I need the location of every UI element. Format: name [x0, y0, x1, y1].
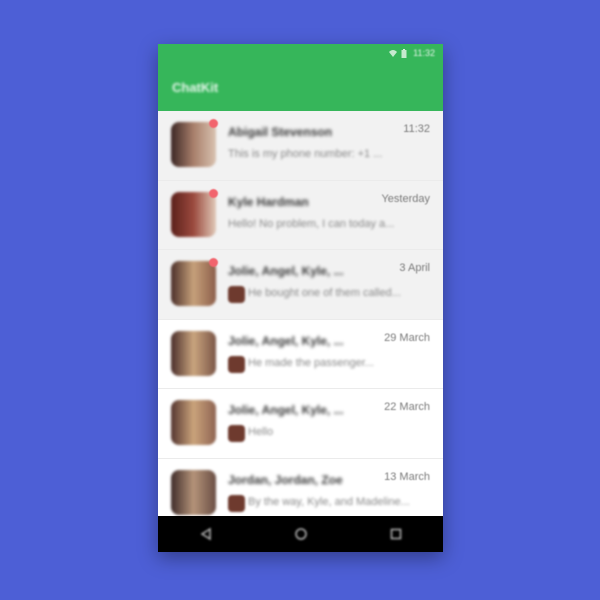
conversation-row[interactable]: Jolie, Angel, Kyle, ... 22 March Hello — [158, 389, 443, 459]
conversation-time: 11:32 — [403, 123, 430, 135]
message-snippet: He made the passenger... — [248, 356, 374, 369]
phone-screen: 11:32 ChatKit Abigail Stevenson 11:32 This… — [158, 44, 443, 552]
conversation-time: 13 March — [384, 470, 430, 483]
conversation-time: Yesterday — [381, 192, 430, 205]
status-time: 11:32 — [413, 48, 435, 58]
unread-badge — [209, 188, 218, 198]
avatar — [171, 400, 216, 445]
conversation-name: Kyle Hardman — [228, 194, 309, 209]
avatar — [171, 330, 216, 376]
back-triangle-icon[interactable] — [196, 524, 216, 544]
home-circle-icon[interactable] — [291, 524, 311, 544]
app-title: ChatKit — [172, 80, 219, 95]
conversation-list: Abigail Stevenson 11:32 This is my phone n… — [158, 111, 443, 516]
conversation-row[interactable]: Abigail Stevenson 11:32 This is my phone n… — [158, 111, 443, 181]
avatar — [171, 122, 216, 167]
conversation-name: Jolie, Angel, Kyle, ... — [228, 403, 344, 417]
unread-badge — [209, 119, 218, 128]
recents-square-icon[interactable] — [386, 524, 406, 544]
sender-avatar — [228, 425, 245, 442]
conversation-name: Abigail Stevenson — [228, 125, 333, 139]
app-bar: 11:32 ChatKit — [158, 44, 443, 111]
unread-badge — [209, 258, 218, 267]
sender-avatar — [228, 355, 245, 373]
conversation-name: Jolie, Angel, Kyle, ... — [228, 264, 344, 278]
message-snippet: By the way, Kyle, and Madeline... — [248, 495, 410, 508]
conversation-row[interactable]: Jordan, Jordan, Zoe 13 March By the way, K… — [158, 458, 443, 516]
sender-avatar — [228, 286, 245, 303]
message-snippet: Hello — [248, 426, 274, 438]
avatar — [171, 261, 216, 306]
conversation-row[interactable]: Jolie, Angel, Kyle, ... 3 April He bought … — [158, 250, 443, 320]
conversation-row[interactable]: Kyle Hardman Yesterday Hello! No problem, … — [158, 180, 443, 250]
conversation-name: Jordan, Jordan, Zoe — [228, 472, 343, 487]
avatar — [171, 469, 216, 515]
sender-avatar — [228, 494, 245, 512]
message-snippet: Hello! No problem, I can today a... — [228, 217, 395, 230]
conversation-time: 3 April — [399, 262, 430, 274]
message-snippet: He bought one of them called... — [248, 287, 401, 299]
battery-icon — [401, 48, 409, 58]
conversation-time: 22 March — [384, 401, 430, 413]
wifi-icon — [389, 49, 398, 58]
message-snippet: This is my phone number: +1 ... — [228, 148, 383, 160]
conversation-row[interactable]: Jolie, Angel, Kyle, ... 29 March He made t… — [158, 319, 443, 389]
conversation-name: Jolie, Angel, Kyle, ... — [228, 333, 344, 348]
navigation-bar — [158, 516, 443, 552]
avatar — [171, 191, 216, 237]
conversation-time: 29 March — [384, 331, 430, 344]
status-bar: 11:32 — [389, 48, 435, 58]
